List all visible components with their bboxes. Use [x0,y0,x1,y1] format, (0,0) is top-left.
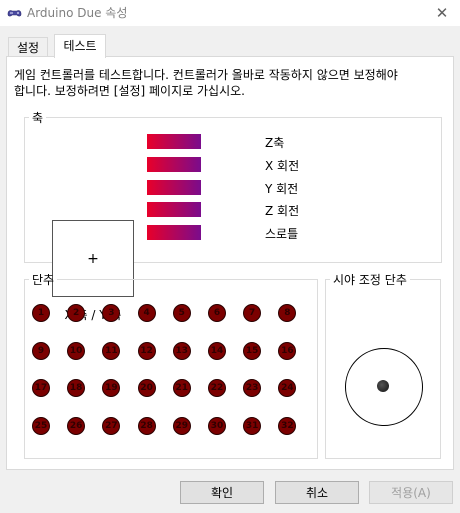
test-description: 게임 컨트롤러를 테스트합니다. 컨트롤러가 올바로 작동하지 않으면 보정해야… [14,68,398,98]
pov-position-dot [377,380,389,392]
button-indicator-21: 21 [172,379,191,397]
button-indicator-31: 31 [243,416,262,435]
button-indicator-28: 28 [137,416,156,435]
button-indicator-30: 30 [208,416,226,435]
tab-test[interactable]: 테스트 [54,34,106,58]
button-indicator-16: 16 [278,341,297,360]
buttons-group-title: 단추 [32,273,55,287]
pov-indicator [345,348,423,426]
button-indicator-26: 26 [67,416,86,435]
window-title: Arduino Due 속성 [27,6,128,20]
z-axis-bar [147,134,201,149]
axes-group-title: 축 [32,111,44,125]
x-rotation-bar [147,157,201,172]
button-indicator-19: 19 [102,379,121,397]
button-indicator-14: 14 [208,341,226,360]
button-indicator-4: 4 [137,304,156,322]
pov-group-title: 시야 조정 단추 [333,273,407,287]
button-indicator-15: 15 [243,341,262,360]
button-indicator-20: 20 [137,379,156,397]
game-controller-icon [7,10,22,17]
throttle-label: 스로틀 [265,227,299,241]
y-rotation-label: Y 회전 [265,182,299,196]
pov-group: 시야 조정 단추 [325,271,441,459]
button-indicator-8: 8 [278,304,297,322]
close-icon: ✕ [435,4,449,22]
button-indicator-2: 2 [67,304,86,322]
z-rotation-label: Z 회전 [265,204,300,218]
button-indicator-23: 23 [243,379,262,397]
button-indicator-24: 24 [278,379,297,397]
tab-settings[interactable]: 설정 [8,37,48,58]
title-bar: Arduino Due 속성 ✕ [0,0,460,26]
button-indicator-5: 5 [172,304,191,322]
button-indicator-13: 13 [172,341,191,360]
button-indicator-7: 7 [243,304,262,322]
z-axis-label: Z축 [265,136,285,150]
button-indicator-11: 11 [102,341,121,360]
test-tab-panel: 게임 컨트롤러를 테스트합니다. 컨트롤러가 올바로 작동하지 않으면 보정해야… [6,56,454,470]
axes-group: 축 + X 축 / Y 축 Z축 X 회전 Y 회전 Z 회전 스로틀 [24,109,442,322]
button-indicator-10: 10 [67,341,86,360]
button-indicator-1: 1 [32,304,50,322]
button-indicator-32: 32 [278,416,297,435]
y-rotation-bar [147,180,201,195]
button-indicator-12: 12 [137,341,156,360]
cancel-button[interactable]: 취소 [275,481,359,504]
button-indicator-6: 6 [208,304,226,322]
properties-window: Arduino Due 속성 ✕ 설정 테스트 게임 컨트롤러를 테스트합니다.… [0,0,460,513]
button-indicator-27: 27 [102,416,121,435]
x-rotation-label: X 회전 [265,159,300,173]
button-indicator-9: 9 [32,341,50,360]
button-indicator-17: 17 [32,379,50,397]
button-indicator-18: 18 [67,379,86,397]
button-indicator-3: 3 [102,304,121,322]
button-indicator-22: 22 [208,379,226,397]
throttle-bar [147,225,201,240]
buttons-group: 단추 1 2 3 4 5 6 7 8 9 10 11 12 13 14 15 16 17 18 19 20 21 22 23… [24,271,318,459]
z-rotation-bar [147,202,201,217]
button-indicator-29: 29 [172,416,191,435]
button-indicator-25: 25 [32,416,50,435]
ok-button[interactable]: 확인 [180,481,264,504]
close-button[interactable]: ✕ [424,0,460,26]
apply-button[interactable]: 적용(A) [369,481,453,504]
